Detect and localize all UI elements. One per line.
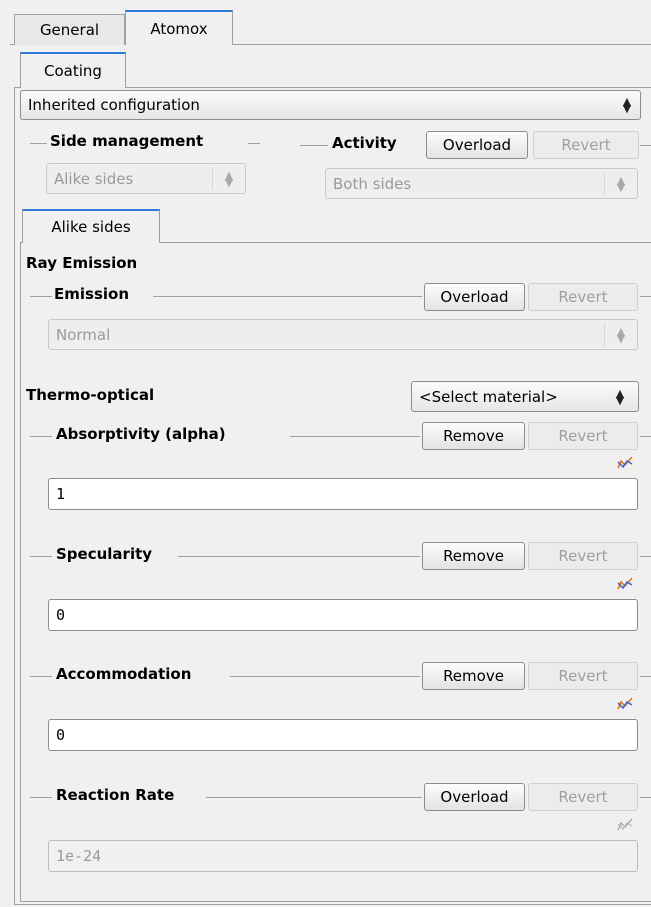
reaction-rate-value: 1e-24 (56, 847, 102, 865)
divider (30, 296, 52, 297)
specularity-remove-label: Remove (443, 547, 504, 565)
chevron-updown-icon: ▲ ▼ (604, 323, 637, 346)
graph-icon[interactable] (617, 455, 633, 469)
emission-label: Emission (54, 285, 129, 303)
specularity-remove-button[interactable]: Remove (422, 542, 525, 570)
emission-overload-label: Overload (440, 288, 509, 306)
tab-alike-sides[interactable]: Alike sides (22, 209, 160, 243)
reaction-rate-label: Reaction Rate (56, 786, 175, 804)
divider (300, 145, 328, 146)
chevron-updown-icon: ▲ ▼ (212, 167, 245, 190)
activity-revert-button[interactable]: Revert (533, 131, 639, 159)
tab-general[interactable]: General (14, 14, 125, 45)
emission-value: Normal (56, 325, 111, 344)
specularity-revert-button[interactable]: Revert (528, 542, 638, 570)
reaction-rate-input[interactable]: 1e-24 (48, 840, 638, 872)
divider (640, 436, 651, 437)
accommodation-input[interactable]: 0 (48, 719, 638, 751)
ray-emission-title: Ray Emission (26, 254, 138, 272)
specularity-label: Specularity (56, 545, 153, 563)
emission-overload-button[interactable]: Overload (424, 283, 525, 311)
tab-coating-label: Coating (44, 62, 102, 80)
activity-value: Both sides (333, 174, 412, 193)
divider (640, 145, 651, 146)
tab-coating[interactable]: Coating (20, 52, 126, 88)
divider (30, 556, 52, 557)
tab-atomox[interactable]: Atomox (125, 10, 233, 45)
chevron-updown-icon: ▲ ▼ (604, 172, 637, 195)
graph-icon-disabled[interactable] (617, 817, 633, 831)
material-select[interactable]: <Select material> ▲ ▼ (411, 381, 639, 412)
chevron-updown-icon: ▲ ▼ (622, 95, 632, 115)
divider (178, 556, 420, 557)
absorptivity-revert-button[interactable]: Revert (528, 422, 638, 450)
reaction-rate-overload-label: Overload (440, 788, 509, 806)
absorptivity-label: Absorptivity (alpha) (56, 425, 226, 443)
absorptivity-revert-label: Revert (558, 427, 608, 445)
side-management-value: Alike sides (54, 169, 134, 188)
accommodation-revert-button[interactable]: Revert (528, 662, 638, 690)
accommodation-label: Accommodation (56, 665, 192, 683)
configuration-select[interactable]: Inherited configuration ▲ ▼ (20, 90, 641, 120)
accommodation-revert-label: Revert (558, 667, 608, 685)
divider (230, 676, 420, 677)
tab-general-label: General (39, 21, 100, 39)
reaction-rate-revert-button[interactable]: Revert (528, 783, 638, 811)
divider (640, 556, 651, 557)
divider (30, 143, 47, 144)
emission-select[interactable]: Normal ▲ ▼ (48, 319, 638, 350)
accommodation-remove-button[interactable]: Remove (422, 662, 525, 690)
emission-revert-label: Revert (558, 288, 608, 306)
divider (30, 676, 52, 677)
absorptivity-remove-button[interactable]: Remove (422, 422, 525, 450)
absorptivity-remove-label: Remove (443, 427, 504, 445)
reaction-rate-overload-button[interactable]: Overload (424, 783, 525, 811)
side-management-label: Side management (50, 132, 204, 150)
divider (248, 143, 260, 144)
emission-revert-button[interactable]: Revert (528, 283, 638, 311)
tab-alike-sides-label: Alike sides (51, 218, 131, 236)
material-value: <Select material> (419, 387, 558, 406)
absorptivity-value: 1 (56, 485, 66, 503)
tab-atomox-label: Atomox (150, 19, 208, 38)
configuration-value: Inherited configuration (28, 96, 200, 114)
activity-label: Activity (332, 134, 397, 152)
specularity-revert-label: Revert (558, 547, 608, 565)
divider (30, 436, 52, 437)
activity-overload-label: Overload (442, 136, 512, 154)
reaction-rate-revert-label: Revert (558, 788, 608, 806)
accommodation-value: 0 (56, 726, 66, 744)
chevron-updown-icon: ▲ ▼ (615, 386, 625, 407)
divider (640, 676, 651, 677)
accommodation-remove-label: Remove (443, 667, 504, 685)
divider (290, 436, 420, 437)
absorptivity-input[interactable]: 1 (48, 478, 638, 510)
activity-select[interactable]: Both sides ▲ ▼ (325, 168, 638, 199)
specularity-value: 0 (56, 606, 66, 624)
activity-overload-button[interactable]: Overload (426, 131, 528, 159)
divider (30, 797, 52, 798)
divider (640, 797, 651, 798)
specularity-input[interactable]: 0 (48, 599, 638, 631)
thermo-optical-title: Thermo-optical (26, 386, 155, 404)
divider (153, 296, 422, 297)
side-management-select[interactable]: Alike sides ▲ ▼ (46, 163, 246, 194)
graph-icon[interactable] (617, 696, 633, 710)
graph-icon[interactable] (617, 576, 633, 590)
divider (206, 797, 422, 798)
divider (640, 296, 651, 297)
activity-revert-label: Revert (561, 136, 611, 154)
